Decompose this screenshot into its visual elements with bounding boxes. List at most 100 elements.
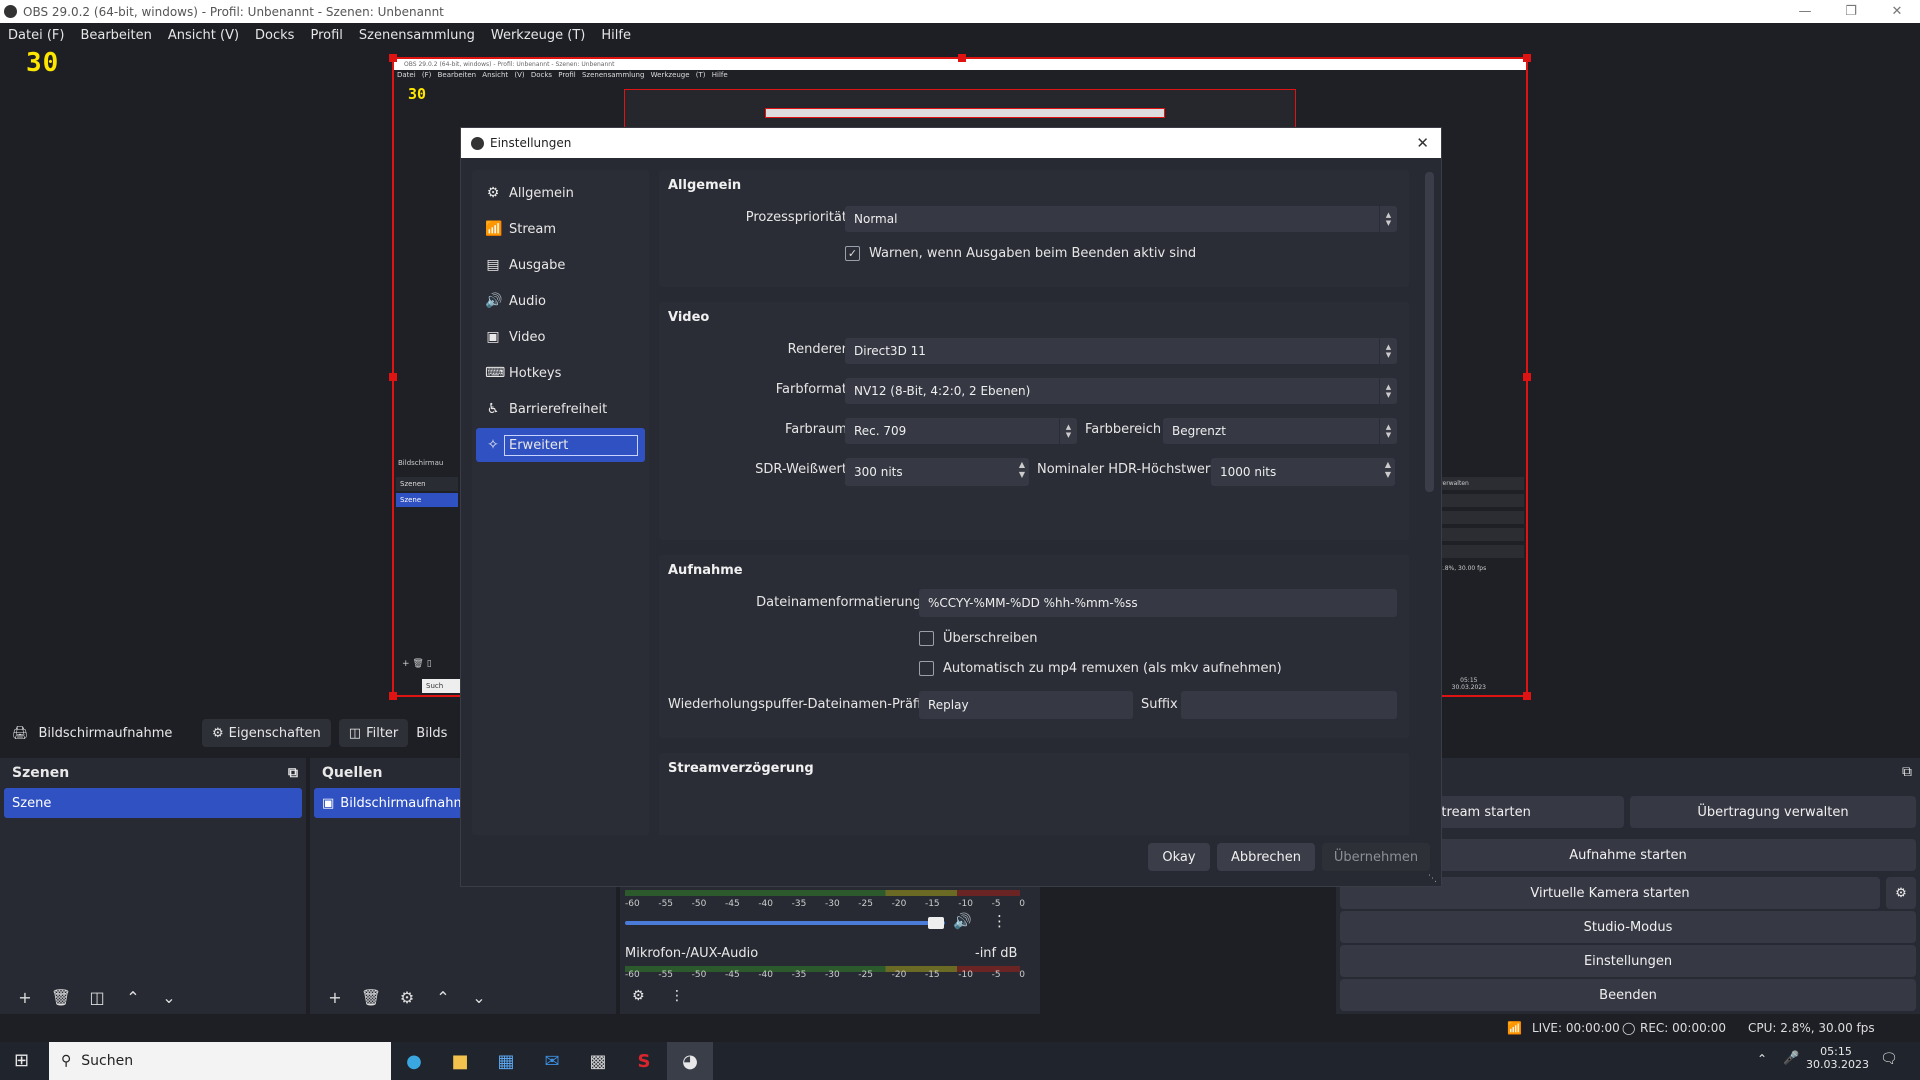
replay-prefix-input[interactable]: Replay bbox=[919, 691, 1133, 719]
sdr-spinbox[interactable]: 300 nits ▲ ▼ bbox=[845, 458, 1029, 486]
properties-button[interactable]: ⚙ Eigenschaften bbox=[202, 719, 331, 747]
nav-item-stream[interactable]: 📶 Stream bbox=[476, 212, 645, 246]
ok-button[interactable]: Okay bbox=[1148, 843, 1210, 871]
scale-tick: -50 bbox=[691, 970, 707, 980]
mini-control bbox=[1436, 528, 1524, 541]
mini-search: Such bbox=[422, 679, 460, 693]
resize-handle[interactable] bbox=[1523, 54, 1531, 62]
menu-profile[interactable]: Profil bbox=[302, 28, 350, 43]
resize-handle[interactable] bbox=[958, 54, 966, 62]
colorrange-select[interactable]: Begrenzt ▲ ▼ bbox=[1163, 418, 1397, 444]
minimize-button[interactable]: — bbox=[1782, 0, 1828, 23]
app-s-icon[interactable]: S bbox=[621, 1042, 667, 1080]
source-extra-label: Bilds bbox=[416, 725, 448, 741]
filename-input[interactable]: %CCYY-%MM-%DD %hh-%mm-%ss bbox=[919, 589, 1397, 617]
restore-button[interactable]: ❐ bbox=[1828, 0, 1874, 23]
remux-checkbox[interactable]: Automatisch zu mp4 remuxen (als mkv aufn… bbox=[919, 661, 1282, 676]
tray-chevron-icon[interactable]: ⌃ bbox=[1757, 1052, 1767, 1066]
scenes-dock: Szenen ⧉ Szene + 🗑 ◫ ⌃ ⌄ bbox=[0, 758, 306, 1014]
menu-docks[interactable]: Docks bbox=[247, 28, 302, 43]
resize-grip-icon[interactable]: ⋱ bbox=[1428, 874, 1437, 884]
volume-handle[interactable] bbox=[928, 917, 944, 929]
virtual-camera-settings-button[interactable]: ⚙ bbox=[1886, 877, 1916, 909]
studio-mode-button[interactable]: Studio-Modus bbox=[1340, 911, 1916, 943]
source-item-label: Bildschirmaufnahm bbox=[340, 795, 467, 811]
speaker-icon[interactable]: 🔊 bbox=[953, 912, 972, 930]
mini-controls: verwalten 2.8%, 30.00 fps bbox=[1436, 477, 1524, 617]
undock-icon[interactable]: ⧉ bbox=[288, 765, 298, 781]
menu-help[interactable]: Hilfe bbox=[593, 28, 639, 43]
resize-handle[interactable] bbox=[389, 373, 397, 381]
dialog-close-icon[interactable]: ✕ bbox=[1416, 134, 1429, 152]
taskbar-clock[interactable]: 05:15 30.03.2023 bbox=[1806, 1045, 1869, 1071]
menu-scene-collection[interactable]: Szenensammlung bbox=[351, 28, 483, 43]
nav-item-allgemein[interactable]: ⚙ Allgemein bbox=[476, 176, 645, 210]
gear-icon[interactable]: ⚙ bbox=[392, 984, 422, 1010]
filter-button[interactable]: ◫ Filter bbox=[338, 719, 409, 747]
audio-mixer: -60 -55 -50 -45 -40 -35 -30 -25 -20 -15 -10 -5 0 🔊 ⋮… bbox=[620, 884, 1040, 1014]
menu-edit[interactable]: Bearbeiten bbox=[72, 28, 159, 43]
warn-checkbox[interactable]: ✓ Warnen, wenn Ausgaben beim Beenden akt… bbox=[845, 246, 1196, 261]
store-icon[interactable]: ▦ bbox=[483, 1042, 529, 1080]
chevron-down-icon[interactable]: ⌄ bbox=[154, 984, 184, 1010]
settings-scrollbar[interactable] bbox=[1425, 172, 1434, 492]
obs-taskbar-icon[interactable]: ◕ bbox=[667, 1042, 713, 1080]
more-icon[interactable]: ⋮ bbox=[670, 988, 684, 1004]
colorformat-select[interactable]: NV12 (8-Bit, 4:2:0, 2 Ebenen) ▲ ▼ bbox=[845, 378, 1397, 404]
nav-item-video[interactable]: ▣ Video bbox=[476, 320, 645, 354]
scenes-toolbar: + 🗑 ◫ ⌃ ⌄ bbox=[0, 980, 306, 1014]
priority-select[interactable]: Normal ▲ ▼ bbox=[845, 206, 1397, 232]
close-window-button[interactable]: ✕ bbox=[1874, 0, 1920, 23]
nav-item-hotkeys[interactable]: ⌨ Hotkeys bbox=[476, 356, 645, 390]
more-icon[interactable]: ⋮ bbox=[992, 912, 1007, 930]
menu-file[interactable]: Datei (F) bbox=[0, 28, 72, 43]
menu-tools[interactable]: Werkzeuge (T) bbox=[483, 28, 594, 43]
spin-icon[interactable]: ▲ ▼ bbox=[1385, 460, 1391, 480]
mic-db: -inf dB bbox=[975, 946, 1018, 961]
scene-item[interactable]: Szene bbox=[4, 788, 302, 818]
nav-item-ausgabe[interactable]: ▤ Ausgabe bbox=[476, 248, 645, 282]
chevron-up-icon[interactable]: ⌃ bbox=[428, 984, 458, 1010]
filter-icon[interactable]: ◫ bbox=[82, 984, 112, 1010]
nav-item-audio[interactable]: 🔊 Audio bbox=[476, 284, 645, 318]
settings-button[interactable]: Einstellungen bbox=[1340, 945, 1916, 977]
colorspace-select[interactable]: Rec. 709 ▲ ▼ bbox=[845, 418, 1077, 444]
taskbar-search[interactable]: ⚲ Suchen bbox=[49, 1042, 391, 1080]
volume-slider[interactable] bbox=[625, 921, 945, 925]
hdr-spinbox[interactable]: 1000 nits ▲ ▼ bbox=[1211, 458, 1395, 486]
resize-handle[interactable] bbox=[389, 54, 397, 62]
trash-icon[interactable]: 🗑 bbox=[356, 984, 386, 1010]
apply-button[interactable]: Übernehmen bbox=[1322, 843, 1430, 871]
mic-label: Mikrofon-/AUX-Audio bbox=[625, 946, 759, 961]
undock-icon[interactable]: ⧉ bbox=[1902, 764, 1912, 780]
menu-view[interactable]: Ansicht (V) bbox=[160, 28, 247, 43]
quit-button[interactable]: Beenden bbox=[1340, 979, 1916, 1011]
taskbar-search-label: Suchen bbox=[81, 1053, 134, 1069]
microphone-icon[interactable]: 🎤 bbox=[1783, 1051, 1799, 1066]
windows-start-icon[interactable]: ⊞ bbox=[14, 1050, 29, 1071]
resize-handle[interactable] bbox=[1523, 373, 1531, 381]
mail-icon[interactable]: ✉ bbox=[529, 1042, 575, 1080]
nav-item-barrierefreiheit[interactable]: ♿ Barrierefreiheit bbox=[476, 392, 645, 426]
overwrite-checkbox[interactable]: Überschreiben bbox=[919, 631, 1037, 646]
renderer-select[interactable]: Direct3D 11 ▲ ▼ bbox=[845, 338, 1397, 364]
advanced-audio-icon[interactable]: ⚙ bbox=[632, 988, 645, 1004]
explorer-icon[interactable]: ■ bbox=[437, 1042, 483, 1080]
spin-icon[interactable]: ▲ ▼ bbox=[1019, 460, 1025, 480]
trash-icon[interactable]: 🗑 bbox=[46, 984, 76, 1010]
add-icon[interactable]: + bbox=[10, 984, 40, 1010]
terminal-icon[interactable]: ▩ bbox=[575, 1042, 621, 1080]
nav-item-erweitert[interactable]: ✧ Erweitert bbox=[476, 428, 645, 462]
notifications-icon[interactable]: 🗨 bbox=[1880, 1051, 1898, 1067]
add-icon[interactable]: + bbox=[320, 984, 350, 1010]
edge-icon[interactable]: ● bbox=[391, 1042, 437, 1080]
resize-handle[interactable] bbox=[389, 692, 397, 700]
resize-handle[interactable] bbox=[1523, 692, 1531, 700]
broadcast-manage-button[interactable]: Übertragung verwalten bbox=[1630, 796, 1916, 828]
scale-tick: -15 bbox=[924, 970, 940, 980]
suffix-input[interactable] bbox=[1181, 691, 1397, 719]
updown-icon: ▲ ▼ bbox=[1379, 418, 1397, 444]
chevron-up-icon[interactable]: ⌃ bbox=[118, 984, 148, 1010]
chevron-down-icon[interactable]: ⌄ bbox=[464, 984, 494, 1010]
cancel-button[interactable]: Abbrechen bbox=[1217, 843, 1315, 871]
